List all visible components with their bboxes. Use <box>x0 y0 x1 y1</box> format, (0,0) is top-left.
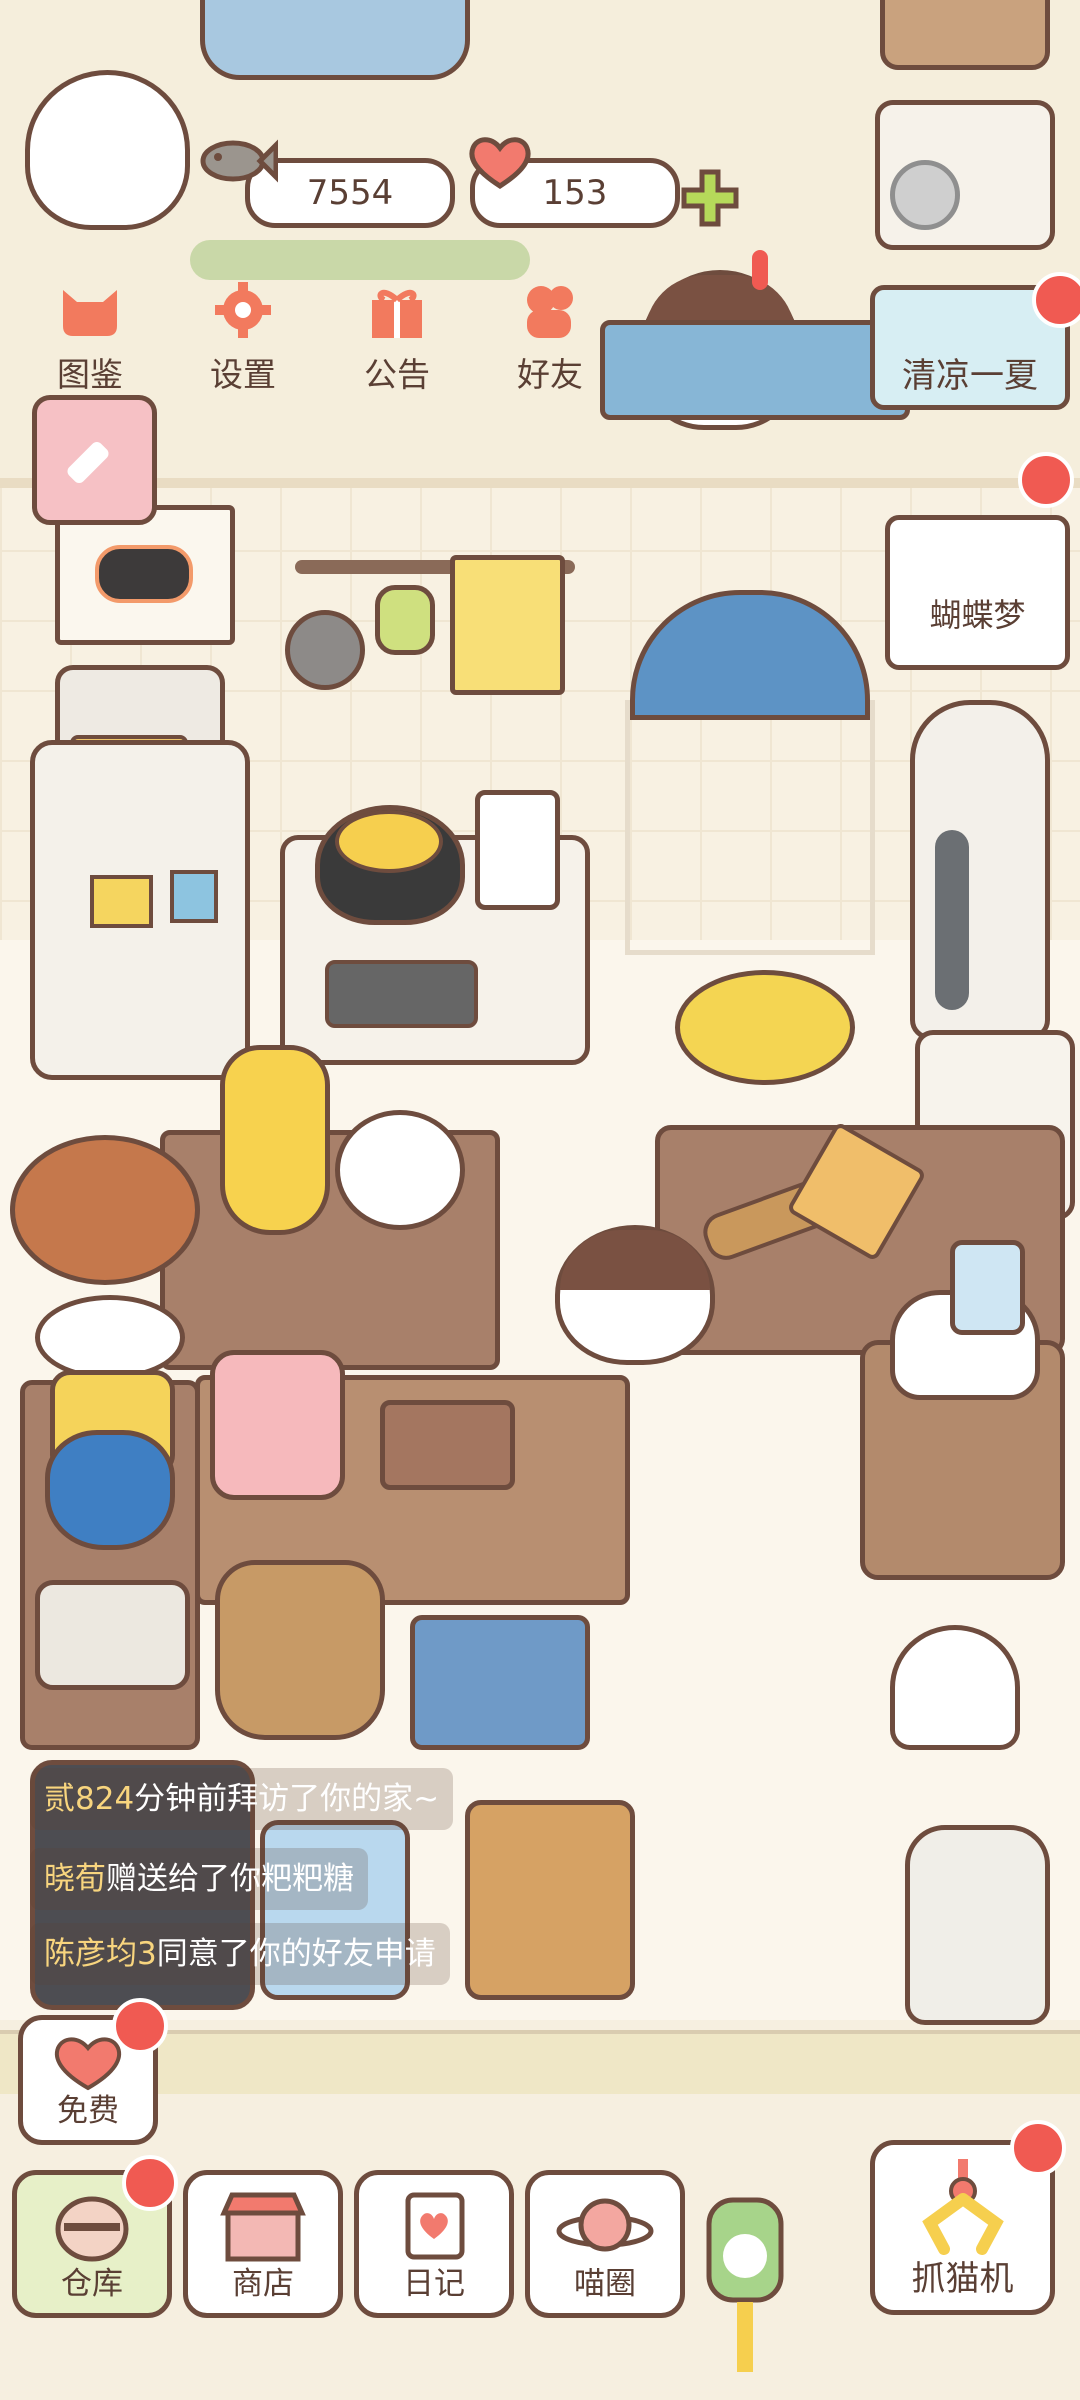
egg-plate <box>35 1295 185 1380</box>
planet-icon <box>556 2198 654 2252</box>
towel-icon <box>450 555 565 695</box>
wall-rail <box>0 478 1080 488</box>
blue-pot <box>45 1430 175 1550</box>
fridge-note <box>170 870 218 923</box>
feed-text: 分钟前拜访了你的家~ <box>134 1781 440 1817</box>
dish-rack <box>465 1800 635 2000</box>
cat-left-lion[interactable] <box>10 1135 200 1285</box>
nav-warehouse-label: 仓库 <box>61 2266 123 2302</box>
nav-catcircle-label: 喵圈 <box>574 2266 636 2302</box>
claw-machine-badge <box>1010 2120 1066 2176</box>
onigiri-bowl <box>890 1625 1020 1750</box>
utensil-holder <box>380 1400 515 1490</box>
charm-icon[interactable] <box>695 2180 795 2380</box>
ac-fan-icon <box>890 160 960 230</box>
pot-lid <box>335 810 443 873</box>
butterfly-event-label: 蝴蝶梦 <box>929 596 1026 634</box>
feed-text: 同意了你的好友申请 <box>156 1936 436 1972</box>
top-curtain <box>200 0 470 80</box>
butterfly-event-badge <box>1018 452 1074 508</box>
blender-icon <box>220 1045 330 1235</box>
avatar-character[interactable] <box>25 70 190 230</box>
free-gift-label: 免费 <box>57 2093 119 2129</box>
plant-sill <box>190 240 530 280</box>
feed-name: 晓荀 <box>44 1861 106 1897</box>
menu-settings-button[interactable]: 设置 <box>178 280 308 396</box>
warehouse-icon <box>55 2196 129 2262</box>
garbage-bin <box>905 1825 1050 2025</box>
claw-machine-label: 抓猫机 <box>911 2259 1014 2299</box>
menu-friends-button[interactable]: 好友 <box>485 280 615 396</box>
heart-count: 153 <box>542 173 608 213</box>
feed-name: 陈彦均3 <box>44 1936 157 1972</box>
feed-item-3: 陈彦均3同意了你的好友申请 <box>30 1923 450 1985</box>
dispenser-window <box>935 830 969 1010</box>
gear-icon <box>215 282 271 338</box>
nav-warehouse-badge <box>122 2155 178 2211</box>
heart-icon <box>469 137 531 189</box>
oven-window <box>325 960 478 1028</box>
free-gift-badge <box>112 1998 168 2054</box>
nav-catcircle-button[interactable]: 喵圈 <box>525 2170 685 2318</box>
water-dispenser[interactable] <box>910 700 1050 1040</box>
nav-diary-label: 日记 <box>403 2266 465 2302</box>
fridge-note <box>90 875 153 928</box>
paper-towel <box>475 790 560 910</box>
menu-collection-label: 图鉴 <box>57 355 123 394</box>
blue-rug <box>410 1615 590 1750</box>
frying-pan <box>335 1110 465 1230</box>
summer-event-badge <box>1032 272 1080 328</box>
toaster-icon <box>35 1580 190 1690</box>
top-cabinet <box>880 0 1050 70</box>
lemon-icon <box>675 970 855 1085</box>
add-currency-icon[interactable] <box>680 168 740 228</box>
friends-icon <box>527 286 573 338</box>
mitten-icon <box>375 585 435 655</box>
fish-count: 7554 <box>306 173 394 213</box>
cat-center[interactable] <box>555 1225 715 1365</box>
shop-icon <box>220 2192 306 2262</box>
exclamation-icon <box>752 250 768 290</box>
menu-friends-label: 好友 <box>517 355 583 394</box>
menu-collection-button[interactable]: 图鉴 <box>25 280 155 396</box>
ladle-icon <box>285 610 365 690</box>
feed-item-2: 晓荀赠送给了你粑粑糖 <box>30 1848 368 1910</box>
nav-shop-label: 商店 <box>232 2266 294 2302</box>
feed-name: 贰824 <box>44 1781 135 1817</box>
sushi-icon <box>95 545 193 603</box>
cat-head-icon <box>63 290 117 336</box>
nav-diary-button[interactable]: 日记 <box>354 2170 514 2318</box>
menu-notice-label: 公告 <box>364 355 430 394</box>
doorway <box>625 700 875 955</box>
fish-icon <box>200 139 278 183</box>
diary-icon <box>405 2192 465 2260</box>
water-bottle <box>950 1240 1025 1335</box>
menu-notice-button[interactable]: 公告 <box>332 280 462 396</box>
gift-icon <box>372 289 422 338</box>
butterfly-event-button[interactable]: 蝴蝶梦 <box>885 515 1070 670</box>
bench-sign <box>600 320 910 420</box>
claw-icon <box>921 2159 1004 2255</box>
feed-text: 赠送给了你粑粑糖 <box>106 1861 354 1897</box>
rice-cooker <box>210 1350 345 1500</box>
summer-event-label: 清凉一夏 <box>902 356 1038 396</box>
menu-settings-label: 设置 <box>210 355 276 394</box>
feed-item-1: 贰824分钟前拜访了你的家~ <box>30 1768 454 1830</box>
nav-shop-button[interactable]: 商店 <box>183 2170 343 2318</box>
wooden-bucket <box>215 1560 385 1740</box>
